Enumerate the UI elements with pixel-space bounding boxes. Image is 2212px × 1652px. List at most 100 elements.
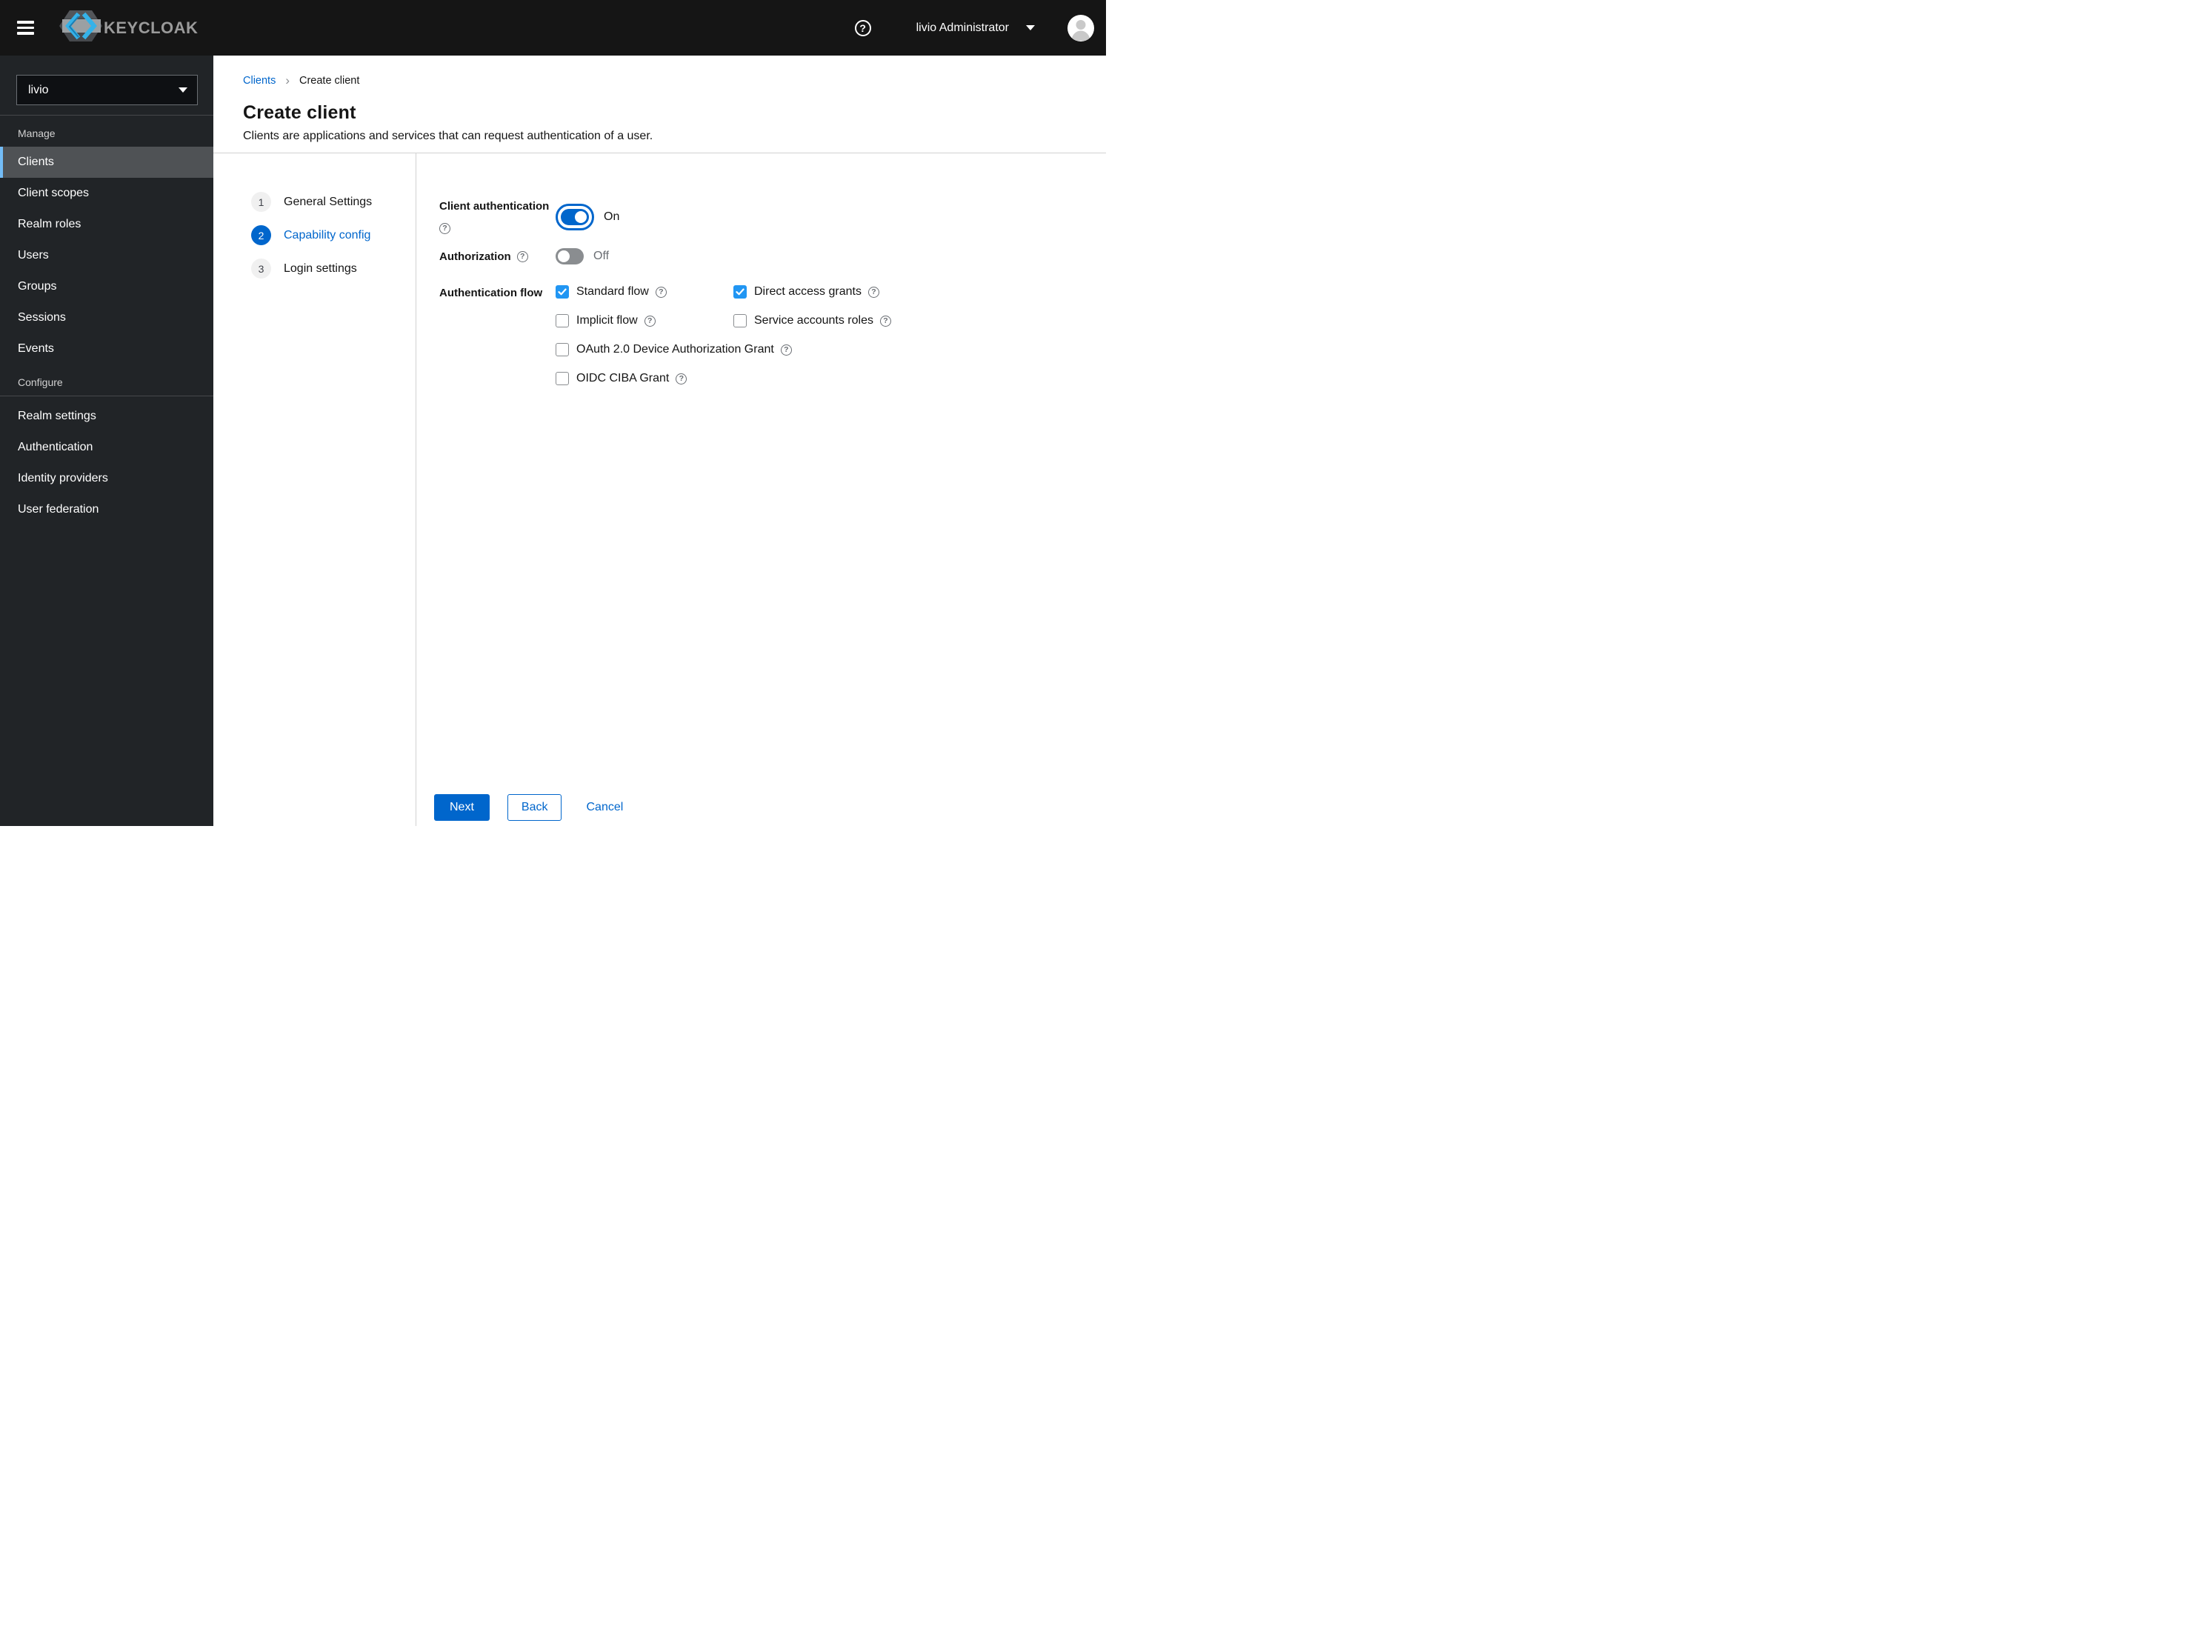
option-label: OIDC CIBA Grant [576,372,670,384]
sidebar-item-label: User federation [18,503,99,516]
step-number-badge: 1 [251,192,271,212]
help-icon[interactable]: ? [516,250,528,262]
cancel-button[interactable]: Cancel [586,794,623,821]
standard-flow-checkbox[interactable] [556,285,569,299]
page-header: Clients › Create client Create client Cl… [213,56,1106,153]
wizard-steps-nav: 1 General Settings 2 Capability config 3… [213,153,416,826]
sidebar-item-authentication[interactable]: Authentication [0,432,213,463]
authorization-control: Off [556,248,609,264]
breadcrumb: Clients › Create client [243,74,1076,87]
next-button[interactable]: Next [434,794,490,821]
option-standard-flow[interactable]: Standard flow ? [556,284,733,299]
sidebar-item-clients[interactable]: Clients [0,147,213,178]
nav-items-configure: Realm settings Authentication Identity p… [0,396,213,525]
sidebar-item-label: Clients [18,156,54,168]
sidebar: livio Manage Clients Client scopes Realm… [0,56,213,826]
help-icon[interactable]: ? [439,223,450,234]
sidebar-item-sessions[interactable]: Sessions [0,302,213,333]
direct-access-grants-checkbox[interactable] [733,285,747,299]
page-subtitle: Clients are applications and services th… [243,130,653,142]
breadcrumb-current: Create client [299,74,360,87]
switch-focus-ring [556,203,594,230]
help-icon[interactable]: ? [655,286,667,298]
back-button[interactable]: Back [507,794,562,821]
help-icon[interactable]: ? [854,19,871,36]
breadcrumb-link-clients[interactable]: Clients [243,75,276,87]
oauth-device-grant-checkbox[interactable] [556,343,569,356]
help-icon[interactable]: ? [676,373,687,384]
client-authentication-state: On [604,210,620,223]
authentication-flow-options: Standard flow ? Implicit flow ? OAuth 2.… [556,284,891,400]
sidebar-item-label: Realm settings [18,410,96,422]
option-oauth-device-grant[interactable]: OAuth 2.0 Device Authorization Grant ? [556,342,792,357]
implicit-flow-checkbox[interactable] [556,314,569,327]
sidebar-item-realm-roles[interactable]: Realm roles [0,209,213,240]
option-label: Implicit flow [576,314,638,327]
sidebar-item-groups[interactable]: Groups [0,271,213,302]
nav-section-title-manage: Manage [18,127,56,139]
sidebar-item-events[interactable]: Events [0,333,213,364]
step-label: General Settings [284,195,373,208]
sidebar-item-label: Realm roles [18,218,81,230]
wizard-step-login-settings[interactable]: 3 Login settings [251,259,416,279]
authorization-label: Authorization [439,250,511,263]
sidebar-item-label: Sessions [18,311,66,324]
option-label: Service accounts roles [754,314,873,327]
page-title: Create client [243,102,356,123]
step-label: Login settings [284,262,357,275]
help-icon[interactable]: ? [879,315,891,327]
user-menu-label: livio Administrator [916,21,1009,34]
step-number-badge: 2 [251,225,271,245]
authorization-toggle[interactable] [556,248,584,264]
sidebar-item-label: Users [18,249,49,262]
sidebar-nav: Manage Clients Client scopes Realm roles… [0,116,213,525]
top-bar: KEYCLOAK ? livio Administrator [0,0,1106,56]
sidebar-item-label: Identity providers [18,472,108,484]
step-label: Capability config [284,228,371,242]
hamburger-menu-icon[interactable] [17,21,34,35]
keycloak-logo: KEYCLOAK [55,8,198,47]
realm-selector[interactable]: livio [16,75,198,105]
authorization-row: Authorization ? Off [439,246,1106,267]
option-direct-access-grants[interactable]: Direct access grants ? [733,284,891,299]
sidebar-item-client-scopes[interactable]: Client scopes [0,178,213,209]
user-menu[interactable]: livio Administrator [916,21,1035,35]
authentication-flow-label: Authentication flow [439,287,543,299]
option-service-accounts-roles[interactable]: Service accounts roles ? [733,313,891,328]
step-number-badge: 3 [251,259,271,279]
service-accounts-roles-checkbox[interactable] [733,314,747,327]
topbar-right-group: ? livio Administrator [854,14,1106,41]
keycloak-logo-icon [55,8,110,47]
option-oidc-ciba-grant[interactable]: OIDC CIBA Grant ? [556,371,733,386]
flow-options-column-2: Direct access grants ? Service accounts … [733,284,891,400]
brand-text: KEYCLOAK [104,18,199,37]
option-implicit-flow[interactable]: Implicit flow ? [556,313,733,328]
sidebar-item-users[interactable]: Users [0,240,213,271]
help-icon[interactable]: ? [867,286,879,298]
option-label: Standard flow [576,285,649,298]
flow-options-column-1: Standard flow ? Implicit flow ? OAuth 2.… [556,284,792,400]
help-icon[interactable]: ? [644,315,656,327]
realm-selector-area: livio [0,56,213,116]
wizard-step-capability-config[interactable]: 2 Capability config [251,225,416,245]
sidebar-item-identity-providers[interactable]: Identity providers [0,463,213,494]
wizard-body: 1 General Settings 2 Capability config 3… [213,153,1106,826]
chevron-right-icon: › [285,73,290,87]
main-content: Clients › Create client Create client Cl… [213,56,1106,826]
sidebar-item-realm-settings[interactable]: Realm settings [0,401,213,432]
realm-selector-value: livio [28,83,49,96]
toggle-knob [575,210,587,223]
sidebar-item-label: Client scopes [18,187,90,199]
wizard-step-general-settings[interactable]: 1 General Settings [251,192,416,212]
authorization-label-group: Authorization ? [439,250,556,264]
avatar[interactable] [1067,14,1094,41]
oidc-ciba-grant-checkbox[interactable] [556,372,569,385]
toggle-knob [558,250,570,262]
sidebar-item-user-federation[interactable]: User federation [0,494,213,525]
client-authentication-row: Client authentication ? On [439,199,1106,234]
chevron-down-icon [179,87,187,93]
authentication-flow-row: Authentication flow Standard flow ? Impl… [439,284,1106,400]
client-authentication-toggle[interactable] [561,208,589,225]
sidebar-item-label: Groups [18,280,57,293]
capability-config-form: Client authentication ? On Authorization… [416,153,1106,826]
